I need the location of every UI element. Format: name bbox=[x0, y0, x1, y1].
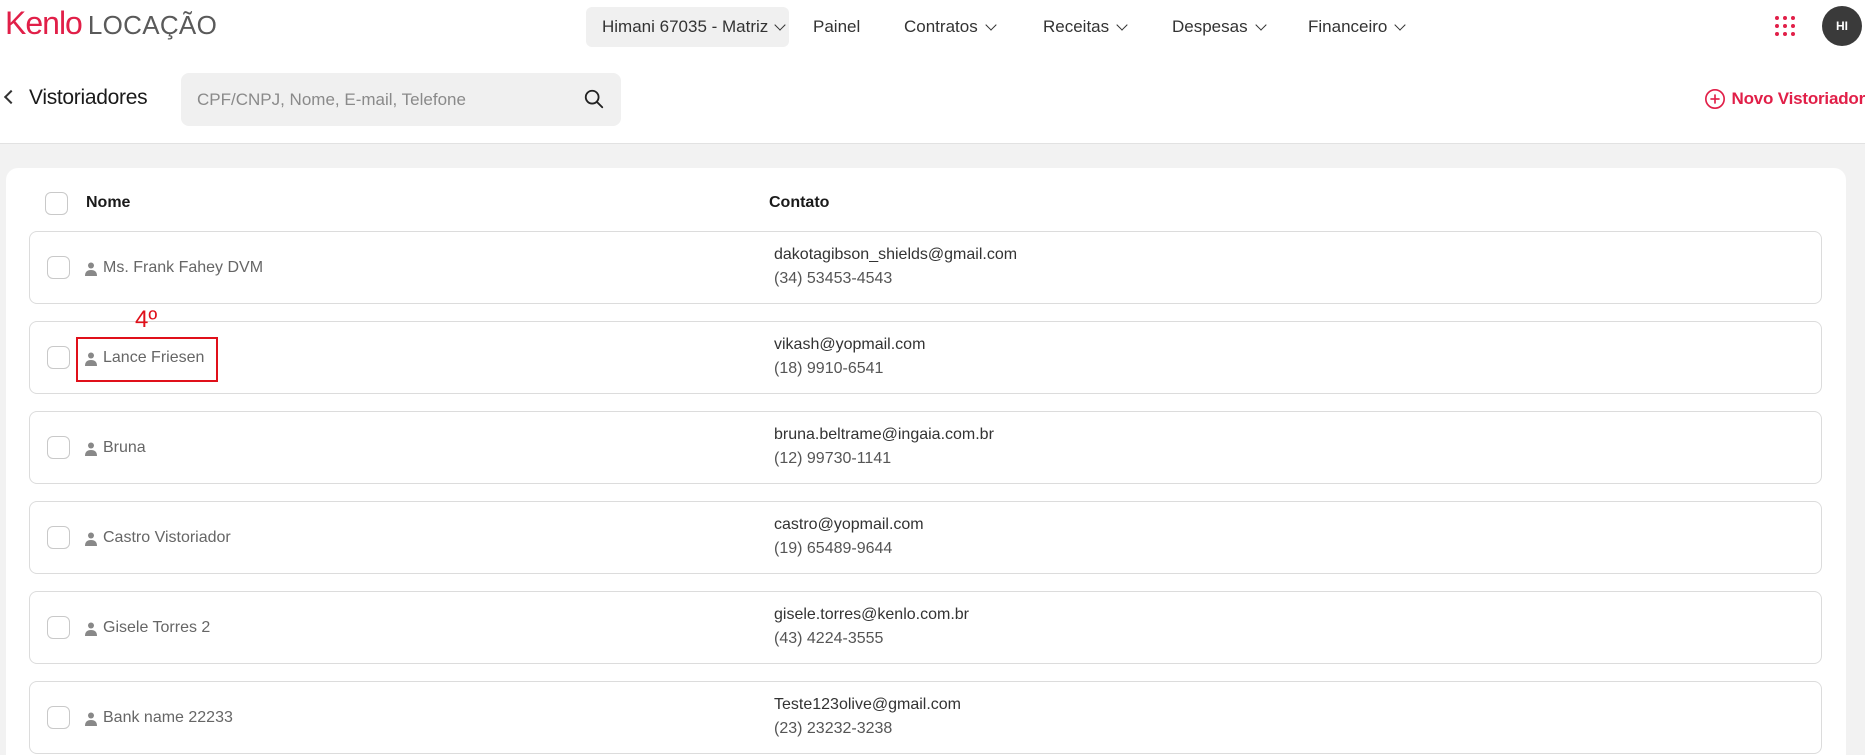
table-row[interactable]: Bank name 22233 Teste123olive@gmail.com … bbox=[29, 681, 1822, 754]
nav-financeiro-label: Financeiro bbox=[1308, 17, 1388, 36]
new-inspector-button[interactable]: Novo Vistoriador bbox=[1704, 88, 1865, 110]
row-email: vikash@yopmail.com bbox=[774, 336, 926, 353]
user-avatar[interactable]: HI bbox=[1822, 6, 1862, 46]
row-phone: (43) 4224-3555 bbox=[774, 630, 884, 647]
unit-selector-dropdown[interactable]: Himani 67035 - Matriz bbox=[586, 7, 789, 47]
person-icon bbox=[85, 262, 97, 276]
person-icon bbox=[85, 712, 97, 726]
new-inspector-label: Novo Vistoriador bbox=[1731, 89, 1865, 108]
table-row[interactable]: Gisele Torres 2 gisele.torres@kenlo.com.… bbox=[29, 591, 1822, 664]
chevron-down-icon bbox=[1116, 18, 1128, 31]
person-icon bbox=[85, 442, 97, 456]
nav-contratos[interactable]: Contratos bbox=[904, 7, 997, 47]
plus-circle-icon bbox=[1704, 89, 1725, 109]
row-email: bruna.beltrame@ingaia.com.br bbox=[774, 426, 994, 443]
nav-financeiro[interactable]: Financeiro bbox=[1308, 7, 1407, 47]
column-header-name: Nome bbox=[86, 194, 131, 211]
row-checkbox[interactable] bbox=[47, 706, 70, 729]
nav-despesas[interactable]: Despesas bbox=[1172, 7, 1267, 47]
table-row[interactable]: Lance Friesen vikash@yopmail.com (18) 99… bbox=[29, 321, 1822, 394]
person-icon bbox=[85, 622, 97, 636]
unit-selector-label: Himani 67035 - Matriz bbox=[602, 17, 769, 36]
row-checkbox[interactable] bbox=[47, 526, 70, 549]
chevron-down-icon bbox=[774, 18, 786, 31]
row-name: Gisele Torres 2 bbox=[103, 619, 211, 636]
row-phone: (12) 99730-1141 bbox=[774, 450, 892, 467]
grid-dots-icon[interactable] bbox=[1775, 16, 1795, 36]
select-all-checkbox[interactable] bbox=[45, 192, 68, 215]
search-bar bbox=[181, 73, 621, 126]
search-icon[interactable] bbox=[583, 88, 605, 110]
chevron-down-icon bbox=[1254, 18, 1267, 31]
table-header: Nome Contato bbox=[6, 168, 1846, 228]
person-icon bbox=[85, 532, 97, 546]
row-email: Teste123olive@gmail.com bbox=[774, 696, 961, 713]
row-checkbox[interactable] bbox=[47, 346, 70, 369]
row-checkbox[interactable] bbox=[47, 616, 70, 639]
logo-brand: Kenlo bbox=[5, 5, 83, 41]
row-name: Bank name 22233 bbox=[103, 709, 233, 726]
nav-receitas[interactable]: Receitas bbox=[1043, 7, 1128, 47]
nav-painel[interactable]: Painel bbox=[813, 7, 860, 47]
row-name: Bruna bbox=[103, 439, 146, 456]
annotation-label: 4º bbox=[135, 306, 158, 333]
row-email: dakotagibson_shields@gmail.com bbox=[774, 246, 1018, 263]
nav-contratos-label: Contratos bbox=[904, 17, 978, 36]
row-phone: (19) 65489-9644 bbox=[774, 540, 893, 557]
table-row[interactable]: Bruna bruna.beltrame@ingaia.com.br (12) … bbox=[29, 411, 1822, 484]
chevron-down-icon bbox=[985, 18, 997, 31]
kenlo-logo[interactable]: Kenlo LOCAÇÃO bbox=[5, 6, 217, 40]
row-email: castro@yopmail.com bbox=[774, 516, 924, 533]
row-phone: (34) 53453-4543 bbox=[774, 270, 893, 287]
top-navigation-bar: Kenlo LOCAÇÃO Himani 67035 - Matriz Pain… bbox=[0, 0, 1865, 52]
table-row[interactable]: Ms. Frank Fahey DVM dakotagibson_shields… bbox=[29, 231, 1822, 304]
nav-despesas-label: Despesas bbox=[1172, 17, 1248, 36]
row-email: gisele.torres@kenlo.com.br bbox=[774, 606, 969, 623]
nav-receitas-label: Receitas bbox=[1043, 17, 1110, 36]
back-arrow-icon[interactable] bbox=[3, 89, 19, 105]
logo-product: LOCAÇÃO bbox=[87, 10, 218, 40]
row-name: Ms. Frank Fahey DVM bbox=[103, 259, 264, 276]
chevron-down-icon bbox=[1394, 18, 1407, 31]
nav-painel-label: Painel bbox=[813, 17, 861, 36]
row-checkbox[interactable] bbox=[47, 436, 70, 459]
row-name: Castro Vistoriador bbox=[103, 529, 231, 546]
page-title: Vistoriadores bbox=[29, 86, 148, 109]
row-checkbox[interactable] bbox=[47, 256, 70, 279]
row-phone: (23) 23232-3238 bbox=[774, 720, 893, 737]
annotation-highlight-box bbox=[76, 337, 218, 382]
search-input[interactable] bbox=[197, 89, 567, 110]
column-header-contact: Contato bbox=[769, 194, 830, 211]
row-phone: (18) 9910-6541 bbox=[774, 360, 884, 377]
page-header: Vistoriadores Novo Vistoriador bbox=[0, 52, 1865, 144]
table-row[interactable]: Castro Vistoriador castro@yopmail.com (1… bbox=[29, 501, 1822, 574]
